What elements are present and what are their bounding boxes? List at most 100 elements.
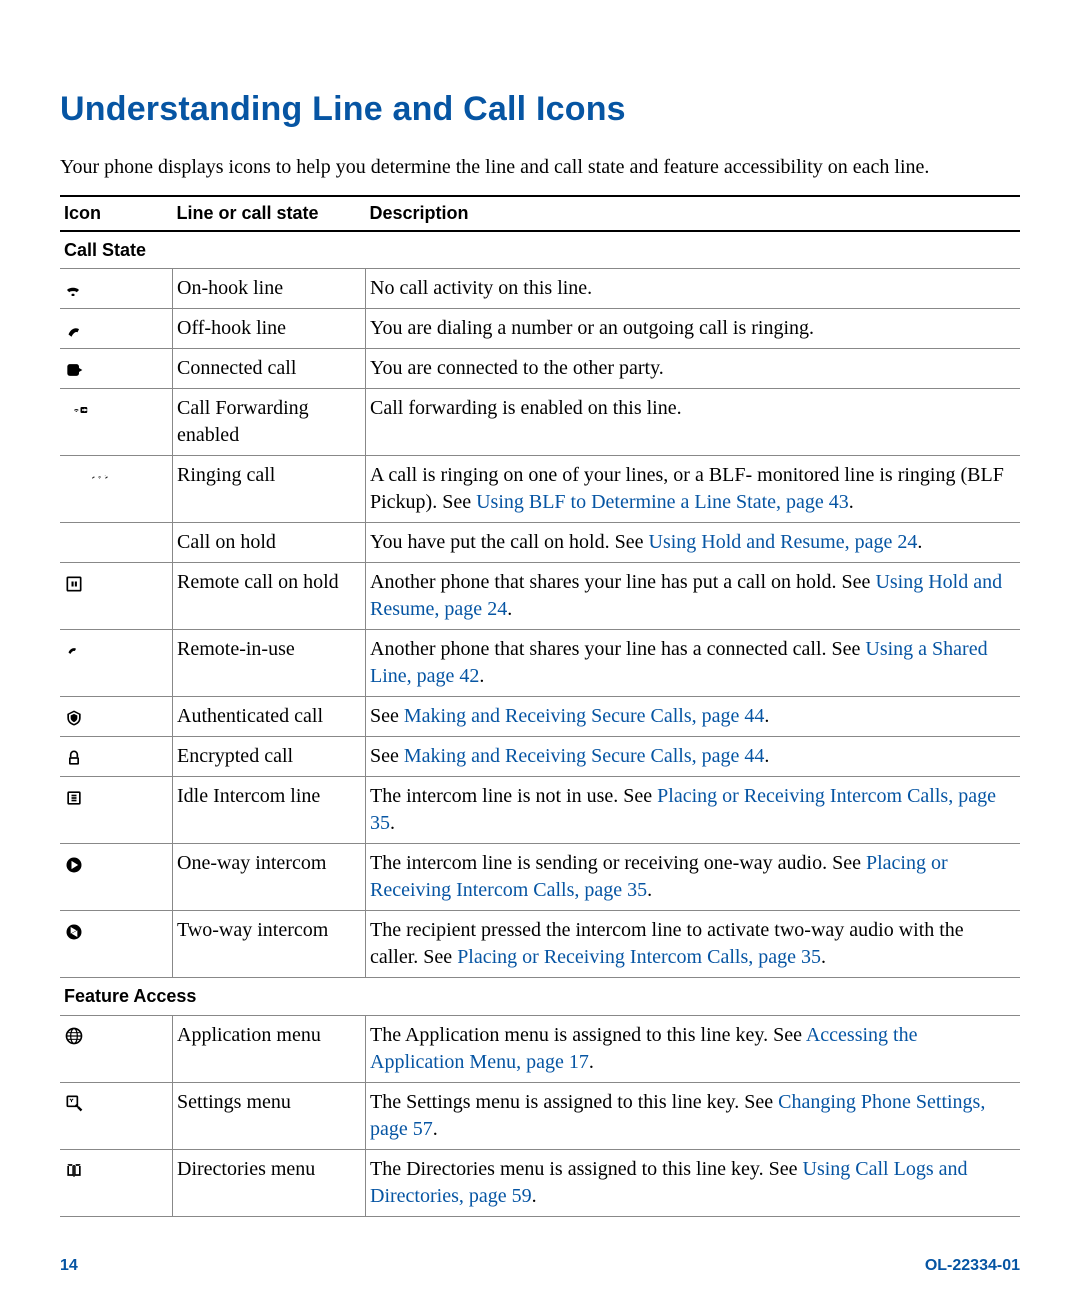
page-title: Understanding Line and Call Icons bbox=[60, 90, 1020, 129]
cell-state: Idle Intercom line bbox=[173, 777, 366, 844]
application-menu-icon bbox=[64, 1026, 84, 1046]
cell-desc: The Directories menu is assigned to this… bbox=[366, 1149, 1021, 1216]
cell-desc: No call activity on this line. bbox=[366, 269, 1021, 309]
cell-icon bbox=[60, 777, 173, 844]
cell-icon bbox=[60, 269, 173, 309]
connected-call-icon bbox=[64, 360, 84, 380]
desc-text: See bbox=[370, 745, 404, 767]
call-forward-icon bbox=[64, 401, 100, 419]
cell-state: Authenticated call bbox=[173, 697, 366, 737]
off-hook-icon bbox=[64, 321, 82, 339]
cell-state: Ringing call bbox=[173, 456, 366, 523]
cell-icon bbox=[60, 456, 173, 523]
one-way-intercom-icon bbox=[64, 855, 84, 875]
desc-text-post: . bbox=[433, 1118, 438, 1140]
xref-link[interactable]: Placing or Receiving Intercom Calls, pag… bbox=[457, 946, 821, 968]
desc-text: The intercom line is not in use. See bbox=[370, 785, 657, 807]
cell-icon bbox=[60, 389, 173, 456]
desc-text-post: . bbox=[589, 1051, 594, 1073]
desc-text-post: . bbox=[390, 812, 395, 834]
desc-text-post: . bbox=[507, 598, 512, 620]
cell-icon bbox=[60, 349, 173, 389]
desc-text-post: . bbox=[764, 705, 769, 727]
cell-icon bbox=[60, 697, 173, 737]
desc-text: No call activity on this line. bbox=[370, 277, 592, 299]
cell-icon bbox=[60, 309, 173, 349]
cell-state: Connected call bbox=[173, 349, 366, 389]
ringing-call-icon bbox=[64, 468, 136, 486]
desc-text-post: . bbox=[647, 879, 652, 901]
cell-desc: A call is ringing on one of your lines, … bbox=[366, 456, 1021, 523]
desc-text: The Application menu is assigned to this… bbox=[370, 1024, 806, 1046]
doc-id: OL-22334-01 bbox=[925, 1257, 1020, 1275]
cell-state: Off-hook line bbox=[173, 309, 366, 349]
cell-state: Two-way intercom bbox=[173, 911, 366, 978]
xref-link[interactable]: Using BLF to Determine a Line State, pag… bbox=[476, 491, 849, 513]
desc-text: Another phone that shares your line has … bbox=[370, 638, 865, 660]
col-header-desc: Description bbox=[366, 196, 1021, 231]
cell-desc: You are dialing a number or an outgoing … bbox=[366, 309, 1021, 349]
col-header-state: Line or call state bbox=[173, 196, 366, 231]
cell-icon bbox=[60, 1149, 173, 1216]
cell-desc: The Application menu is assigned to this… bbox=[366, 1015, 1021, 1082]
on-hook-icon bbox=[64, 281, 82, 299]
desc-text: See bbox=[370, 705, 404, 727]
desc-text: You have put the call on hold. See bbox=[370, 531, 649, 553]
cell-state: On-hook line bbox=[173, 269, 366, 309]
remote-hold-icon bbox=[64, 574, 84, 594]
desc-text-post: . bbox=[917, 531, 922, 553]
cell-state: Encrypted call bbox=[173, 737, 366, 777]
cell-desc: Another phone that shares your line has … bbox=[366, 630, 1021, 697]
desc-text: You are dialing a number or an outgoing … bbox=[370, 317, 814, 339]
cell-state: Remote call on hold bbox=[173, 563, 366, 630]
remote-in-use-icon bbox=[64, 642, 82, 660]
cell-icon bbox=[60, 844, 173, 911]
desc-text-post: . bbox=[764, 745, 769, 767]
page-number: 14 bbox=[60, 1257, 78, 1275]
idle-intercom-icon bbox=[64, 788, 84, 808]
cell-state: Settings menu bbox=[173, 1082, 366, 1149]
table-row: Encrypted callSee Making and Receiving S… bbox=[60, 737, 1020, 777]
table-row: Remote call on holdAnother phone that sh… bbox=[60, 563, 1020, 630]
table-row: One-way intercomThe intercom line is sen… bbox=[60, 844, 1020, 911]
cell-state: Application menu bbox=[173, 1015, 366, 1082]
section-header-call-state: Call State bbox=[60, 231, 1020, 269]
xref-link[interactable]: Using Hold and Resume, page 24 bbox=[649, 531, 918, 553]
cell-desc: The intercom line is sending or receivin… bbox=[366, 844, 1021, 911]
table-row: Call Forwarding enabledCall forwarding i… bbox=[60, 389, 1020, 456]
table-row: Directories menuThe Directories menu is … bbox=[60, 1149, 1020, 1216]
desc-text-post: . bbox=[479, 665, 484, 687]
cell-icon bbox=[60, 1082, 173, 1149]
desc-text: You are connected to the other party. bbox=[370, 357, 664, 379]
table-row: Application menuThe Application menu is … bbox=[60, 1015, 1020, 1082]
table-row: Two-way intercomThe recipient pressed th… bbox=[60, 911, 1020, 978]
desc-text: Another phone that shares your line has … bbox=[370, 571, 875, 593]
cell-icon bbox=[60, 1015, 173, 1082]
cell-state: Call on hold bbox=[173, 523, 366, 563]
desc-text-post: . bbox=[821, 946, 826, 968]
cell-desc: You are connected to the other party. bbox=[366, 349, 1021, 389]
xref-link[interactable]: Making and Receiving Secure Calls, page … bbox=[404, 745, 764, 767]
xref-link[interactable]: Making and Receiving Secure Calls, page … bbox=[404, 705, 764, 727]
cell-desc: You have put the call on hold. See Using… bbox=[366, 523, 1021, 563]
cell-state: Remote-in-use bbox=[173, 630, 366, 697]
two-way-intercom-icon bbox=[64, 922, 84, 942]
table-row: Remote-in-useAnother phone that shares y… bbox=[60, 630, 1020, 697]
cell-desc: The intercom line is not in use. See Pla… bbox=[366, 777, 1021, 844]
cell-desc: The Settings menu is assigned to this li… bbox=[366, 1082, 1021, 1149]
settings-menu-icon bbox=[64, 1093, 84, 1113]
section-header-feature-access: Feature Access bbox=[60, 978, 1020, 1015]
desc-text: Call forwarding is enabled on this line. bbox=[370, 397, 682, 419]
table-row: Idle Intercom lineThe intercom line is n… bbox=[60, 777, 1020, 844]
cell-state: Call Forwarding enabled bbox=[173, 389, 366, 456]
cell-state: Directories menu bbox=[173, 1149, 366, 1216]
desc-text: The intercom line is sending or receivin… bbox=[370, 852, 866, 874]
cell-desc: See Making and Receiving Secure Calls, p… bbox=[366, 697, 1021, 737]
authenticated-call-icon bbox=[64, 708, 84, 728]
col-header-icon: Icon bbox=[60, 196, 173, 231]
intro-paragraph: Your phone displays icons to help you de… bbox=[60, 154, 1020, 181]
cell-icon bbox=[60, 911, 173, 978]
table-row: On-hook lineNo call activity on this lin… bbox=[60, 269, 1020, 309]
cell-desc: Call forwarding is enabled on this line. bbox=[366, 389, 1021, 456]
table-row: Connected callYou are connected to the o… bbox=[60, 349, 1020, 389]
